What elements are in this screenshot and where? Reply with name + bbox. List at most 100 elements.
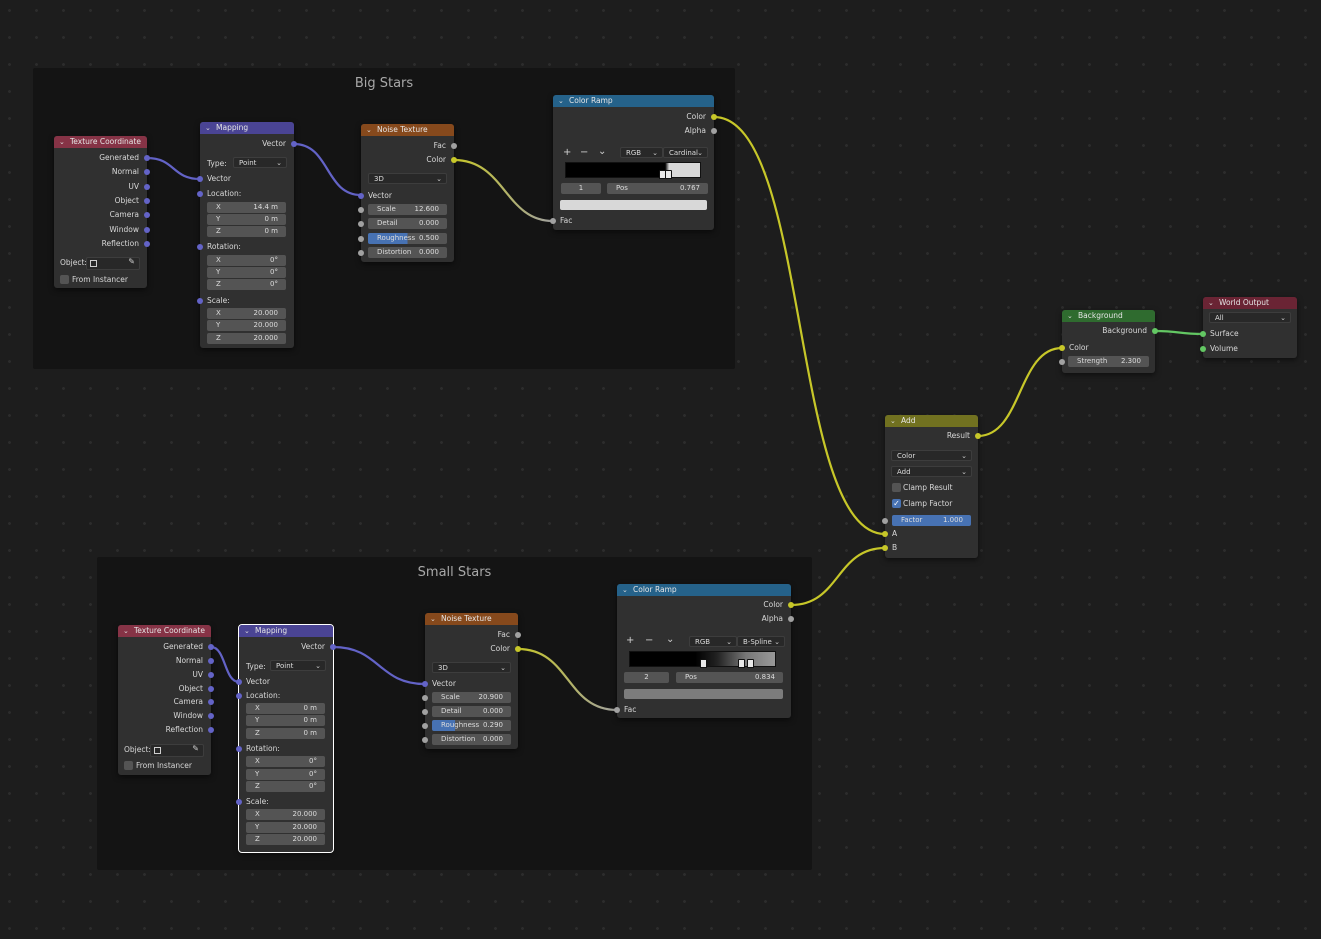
chevron-down-icon[interactable]: ⌄ — [666, 634, 674, 645]
socket-generated[interactable] — [144, 155, 150, 161]
dimension-dropdown[interactable]: 3D ⌄ — [368, 173, 447, 184]
socket-strength[interactable] — [1059, 359, 1065, 365]
interpolation-dropdown[interactable]: B-Spline ⌄ — [737, 636, 785, 647]
chevron-down-icon[interactable]: ⌄ — [622, 584, 628, 596]
node-header[interactable]: ⌄ Noise Texture — [425, 613, 518, 625]
socket-rotation[interactable] — [197, 244, 203, 250]
chevron-down-icon[interactable]: ⌄ — [123, 625, 129, 637]
scale-x-field[interactable]: X 20.000 — [207, 308, 286, 319]
rotation-z-field[interactable]: Z 0° — [246, 781, 325, 792]
node-color-ramp[interactable]: ⌄ Color Ramp Color Alpha + − ⌄ RGB ⌄ B-Spl… — [614, 584, 794, 718]
ramp-stop-marker[interactable] — [738, 659, 745, 668]
socket-surface[interactable] — [1200, 331, 1206, 337]
socket-vector-in[interactable] — [197, 176, 203, 182]
object-field[interactable]: ✎ — [86, 257, 140, 270]
detail-field[interactable]: Detail 0.000 — [432, 706, 511, 717]
location-z-field[interactable]: Z0 m — [246, 728, 325, 739]
node-noise-texture[interactable]: ⌄ Noise Texture Fac Color 3D ⌄ Vector Scal… — [422, 613, 521, 749]
chevron-down-icon[interactable]: ⌄ — [59, 136, 65, 148]
socket-vector-in[interactable] — [358, 193, 364, 199]
socket-vector-out[interactable] — [330, 644, 336, 650]
chevron-down-icon[interactable]: ⌄ — [366, 124, 372, 136]
rotation-x-field[interactable]: X 0° — [207, 255, 286, 266]
from-instancer-checkbox[interactable] — [124, 761, 133, 770]
socket-alpha-out[interactable] — [711, 128, 717, 134]
active-stop-index-field[interactable]: 1 — [561, 183, 601, 194]
scale-y-field[interactable]: Y 20.000 — [207, 320, 286, 331]
scale-field[interactable]: Scale 12.600 — [368, 204, 447, 215]
target-dropdown[interactable]: All ⌄ — [1209, 312, 1291, 323]
socket-detail[interactable] — [358, 221, 364, 227]
location-y-field[interactable]: Y0 m — [207, 214, 286, 225]
socket-uv[interactable] — [208, 672, 214, 678]
socket-scale[interactable] — [236, 799, 242, 805]
distortion-field[interactable]: Distortion 0.000 — [432, 734, 511, 745]
socket-uv[interactable] — [144, 184, 150, 190]
data-type-dropdown[interactable]: Color ⌄ — [891, 450, 972, 461]
factor-field[interactable]: Factor 1.000 — [892, 515, 971, 526]
stop-color-swatch[interactable] — [624, 689, 783, 699]
location-y-field[interactable]: Y0 m — [246, 715, 325, 726]
remove-stop-button[interactable]: − — [645, 635, 653, 646]
node-texture-coordinate[interactable]: ⌄ Texture Coordinate Generated Normal UV … — [54, 136, 150, 288]
node-header[interactable]: ⌄ Background — [1062, 310, 1155, 322]
socket-distortion[interactable] — [422, 737, 428, 743]
socket-color-out[interactable] — [711, 114, 717, 120]
socket-vector-out[interactable] — [291, 141, 297, 147]
add-stop-button[interactable]: + — [563, 147, 571, 158]
socket-reflection[interactable] — [208, 727, 214, 733]
rotation-y-field[interactable]: Y 0° — [246, 769, 325, 780]
scale-z-field[interactable]: Z 20.000 — [246, 834, 325, 845]
node-world-output[interactable]: ⌄ World Output All ⌄ Surface Volume — [1200, 297, 1297, 358]
node-header[interactable]: ⌄ Texture Coordinate — [54, 136, 147, 148]
stop-color-swatch[interactable] — [560, 200, 707, 210]
location-x-field[interactable]: X 14.4 m — [207, 202, 286, 213]
socket-roughness[interactable] — [422, 723, 428, 729]
socket-rotation[interactable] — [236, 746, 242, 752]
socket-distortion[interactable] — [358, 250, 364, 256]
chevron-down-icon[interactable]: ⌄ — [430, 613, 436, 625]
clamp-result-checkbox[interactable] — [892, 483, 901, 492]
socket-fac-in[interactable] — [614, 707, 620, 713]
socket-background-out[interactable] — [1152, 328, 1158, 334]
node-mix-add[interactable]: ⌄ Add Result Color ⌄ Add ⌄ Clamp Result ✓ C… — [882, 415, 981, 558]
rotation-x-field[interactable]: X 0° — [246, 756, 325, 767]
socket-roughness[interactable] — [358, 236, 364, 242]
eyedropper-icon[interactable]: ✎ — [128, 257, 135, 266]
node-header[interactable]: ⌄ Mapping — [200, 122, 294, 134]
node-header[interactable]: ⌄ Noise Texture — [361, 124, 454, 136]
clamp-factor-checkbox[interactable]: ✓ — [892, 499, 901, 508]
socket-factor[interactable] — [882, 518, 888, 524]
socket-location[interactable] — [236, 693, 242, 699]
socket-generated[interactable] — [208, 644, 214, 650]
color-ramp-gradient[interactable] — [565, 162, 701, 178]
rotation-y-field[interactable]: Y 0° — [207, 267, 286, 278]
socket-volume[interactable] — [1200, 346, 1206, 352]
location-x-field[interactable]: X0 m — [246, 703, 325, 714]
node-mapping[interactable]: ⌄ Mapping Vector Type: Point ⌄ Vector Loca… — [236, 624, 336, 853]
add-stop-button[interactable]: + — [626, 635, 634, 646]
socket-a[interactable] — [882, 531, 888, 537]
strength-field[interactable]: Strength 2.300 — [1068, 356, 1149, 367]
socket-vector-in[interactable] — [236, 679, 242, 685]
scale-z-field[interactable]: Z 20.000 — [207, 333, 286, 344]
active-stop-index-field[interactable]: 2 — [624, 672, 669, 683]
stop-position-field[interactable]: Pos 0.767 — [607, 183, 708, 194]
chevron-down-icon[interactable]: ⌄ — [558, 95, 564, 107]
chevron-down-icon[interactable]: ⌄ — [890, 415, 896, 427]
node-color-ramp[interactable]: ⌄ Color Ramp Color Alpha + − ⌄ RGB ⌄ Cardi… — [550, 95, 717, 230]
socket-fac-out[interactable] — [515, 632, 521, 638]
type-dropdown[interactable]: Point ⌄ — [270, 660, 326, 671]
remove-stop-button[interactable]: − — [580, 147, 588, 158]
detail-field[interactable]: Detail 0.000 — [368, 218, 447, 229]
socket-color-out[interactable] — [788, 602, 794, 608]
type-dropdown[interactable]: Point ⌄ — [233, 157, 287, 168]
roughness-field[interactable]: Roughness 0.500 — [368, 233, 447, 244]
node-header[interactable]: ⌄ Add — [885, 415, 978, 427]
location-z-field[interactable]: Z0 m — [207, 226, 286, 237]
node-header[interactable]: ⌄ Texture Coordinate — [118, 625, 211, 637]
node-header[interactable]: ⌄ World Output — [1203, 297, 1297, 309]
chevron-down-icon[interactable]: ⌄ — [244, 625, 250, 637]
socket-object[interactable] — [144, 198, 150, 204]
ramp-stop-marker[interactable] — [747, 659, 754, 668]
